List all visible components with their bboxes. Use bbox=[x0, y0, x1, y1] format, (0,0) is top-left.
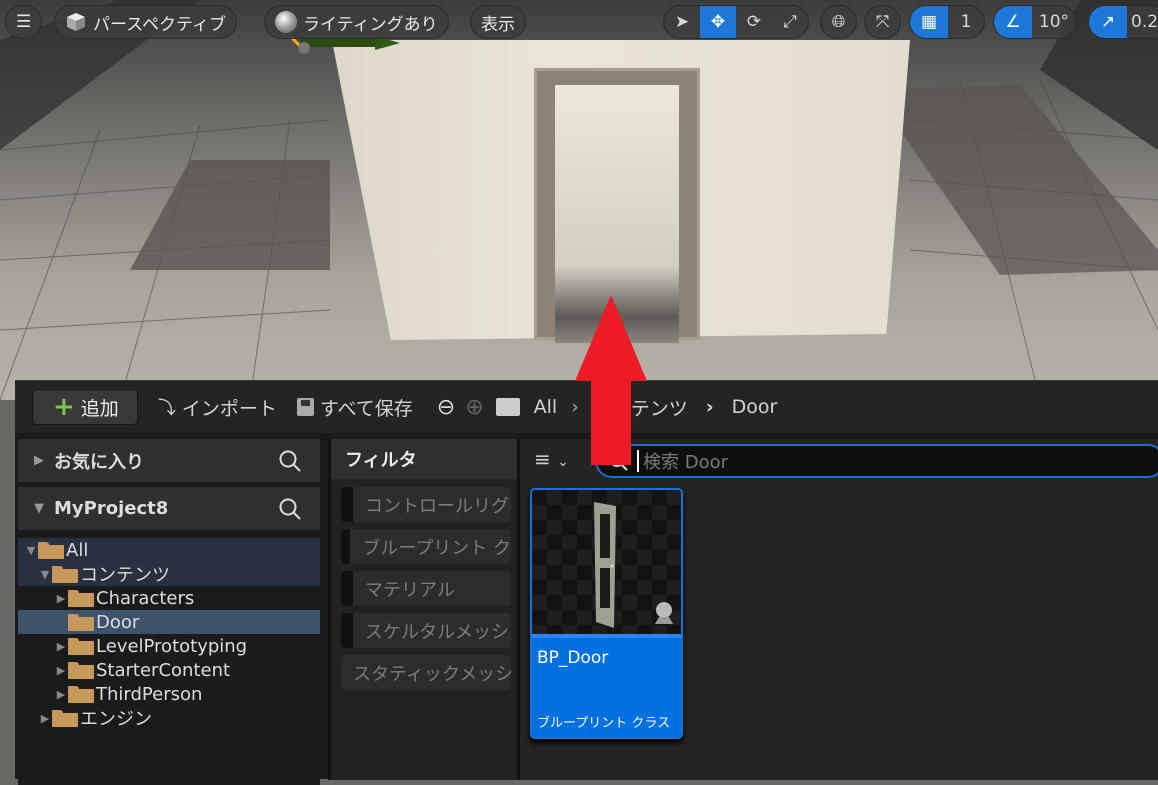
folder-icon bbox=[495, 398, 520, 416]
caret-right-icon: ▶ bbox=[56, 639, 66, 653]
filter-chip[interactable]: マテリアル bbox=[341, 571, 511, 606]
open-folder-icon bbox=[52, 565, 78, 583]
import-button[interactable]: ⤵ インポート bbox=[158, 394, 277, 421]
hamburger-icon: ☰ bbox=[15, 12, 32, 32]
transform-tools: ➤ ✥ ⟳ ⤢ bbox=[663, 5, 809, 39]
filter-chip[interactable]: スケルタルメッシ bbox=[341, 613, 511, 648]
tree-item-levelprototyping[interactable]: ▶ LevelPrototyping bbox=[18, 634, 320, 658]
caret-right-icon: ▶ bbox=[34, 453, 44, 468]
tree-item-all[interactable]: ▼ All bbox=[18, 538, 320, 562]
viewport-menu-button[interactable]: ☰ bbox=[5, 5, 42, 39]
import-icon: ⤵ bbox=[157, 398, 176, 419]
grid-snap-value[interactable]: 1 bbox=[948, 6, 984, 38]
select-tool[interactable]: ➤ bbox=[664, 6, 700, 38]
asset-tile[interactable]: BP_Door ブループリント クラス bbox=[530, 488, 683, 739]
scale-snap-toggle[interactable]: ↗ bbox=[1089, 6, 1127, 38]
tree-item-content[interactable]: ▼ コンテンツ bbox=[18, 562, 320, 586]
caret-right-icon: ▶ bbox=[56, 591, 66, 605]
caret-right-icon: ▶ bbox=[56, 687, 66, 701]
grid-snap-toggle[interactable]: ▦ bbox=[910, 6, 948, 38]
folder-icon bbox=[68, 613, 94, 631]
globe-icon: 🌐︎ bbox=[831, 12, 846, 32]
favorites-header[interactable]: ▶ お気に入り bbox=[18, 439, 320, 482]
open-folder-icon bbox=[38, 541, 64, 559]
show-button[interactable]: 表示 bbox=[470, 5, 526, 39]
caret-down-icon: ▼ bbox=[26, 543, 36, 557]
tree-item-characters[interactable]: ▶ Characters bbox=[18, 586, 320, 610]
asset-view: ≡ ⌄ 検索 Door BP_Door ブループリント クラス bbox=[520, 439, 1158, 780]
search-icon[interactable] bbox=[278, 497, 302, 526]
world-local-button[interactable]: 🌐︎ bbox=[820, 5, 857, 39]
rotation-snap-toggle[interactable]: ∠ bbox=[994, 6, 1032, 38]
forward-button[interactable]: ⊕ bbox=[465, 395, 483, 420]
caret-down-icon: ▼ bbox=[34, 501, 44, 516]
save-icon bbox=[296, 398, 314, 416]
filter-header: フィルタ bbox=[331, 439, 517, 479]
rotation-snap-value[interactable]: 10° bbox=[1032, 6, 1076, 38]
door-preview-icon bbox=[594, 502, 616, 628]
rotation-snap: ∠ 10° bbox=[993, 5, 1077, 39]
grid-icon: ▦ bbox=[920, 12, 938, 32]
cube-icon bbox=[67, 13, 85, 31]
caret-down-icon: ▼ bbox=[40, 567, 50, 581]
chevron-down-icon: ⌄ bbox=[557, 454, 569, 470]
move-icon: ✥ bbox=[710, 12, 726, 32]
scale-snap-value[interactable]: 0.2 bbox=[1127, 6, 1158, 38]
caret-right-icon: ▶ bbox=[40, 711, 50, 725]
breadcrumb-door[interactable]: Door bbox=[732, 396, 778, 418]
caret-right-icon: ▶ bbox=[56, 663, 66, 677]
translate-gizmo[interactable] bbox=[290, 36, 405, 60]
back-button[interactable]: ⊖ bbox=[437, 395, 455, 420]
tree-item-startercontent[interactable]: ▶ StarterContent bbox=[18, 658, 320, 682]
scale-arrow-icon: ↗ bbox=[1100, 12, 1116, 32]
tree-item-thirdperson[interactable]: ▶ ThirdPerson bbox=[18, 682, 320, 706]
filter-panel: フィルタ コントロールリグ ブループリント ク マテリアル スケルタルメッシ ス… bbox=[328, 439, 520, 780]
tree-item-door[interactable]: Door bbox=[18, 610, 320, 634]
asset-name: BP_Door bbox=[537, 648, 609, 668]
scale-icon: ⤢ bbox=[783, 12, 797, 32]
search-icon[interactable] bbox=[278, 449, 302, 478]
filter-chip[interactable]: スタティックメッシ bbox=[341, 655, 511, 690]
scale-snap: ↗ 0.2 bbox=[1088, 5, 1158, 39]
perspective-button[interactable]: パースペクティブ bbox=[54, 5, 237, 39]
annotation-arrow-icon bbox=[575, 295, 647, 465]
plus-icon: + bbox=[53, 392, 75, 422]
blueprint-sphere-icon bbox=[651, 600, 677, 630]
rotate-tool[interactable]: ⟳ bbox=[736, 6, 772, 38]
rotate-icon: ⟳ bbox=[746, 12, 762, 32]
axis-icon: ⤧ bbox=[875, 12, 890, 32]
sphere-icon bbox=[275, 11, 297, 33]
folder-icon bbox=[52, 709, 78, 727]
filter-chip[interactable]: コントロールリグ bbox=[341, 487, 511, 522]
asset-thumbnail bbox=[532, 490, 681, 638]
filter-icon: ≡ bbox=[534, 447, 551, 471]
save-all-button[interactable]: すべて保存 bbox=[296, 394, 413, 421]
tree-item-engine[interactable]: ▶ エンジン bbox=[18, 706, 320, 730]
translate-tool[interactable]: ✥ bbox=[700, 6, 736, 38]
scale-tool[interactable]: ⤢ bbox=[772, 6, 808, 38]
folder-icon bbox=[68, 685, 94, 703]
folder-icon bbox=[68, 661, 94, 679]
angle-icon: ∠ bbox=[1005, 12, 1021, 32]
search-input[interactable]: 検索 Door bbox=[595, 444, 1158, 478]
cursor-icon: ➤ bbox=[674, 12, 690, 32]
folder-icon bbox=[68, 589, 94, 607]
surface-snap-button[interactable]: ⤧ bbox=[864, 5, 901, 39]
add-button[interactable]: + 追加 bbox=[32, 389, 138, 425]
folder-icon bbox=[68, 637, 94, 655]
filter-dropdown-button[interactable]: ≡ ⌄ bbox=[534, 447, 569, 471]
sources-panel: ▶ お気に入り ▼ MyProject8 ▼ All ▼ コンテンツ ▶ Charac… bbox=[18, 439, 320, 785]
breadcrumb-all[interactable]: All bbox=[534, 396, 558, 418]
folder-tree: ▼ All ▼ コンテンツ ▶ Characters Door ▶ LevelProto… bbox=[18, 535, 320, 785]
project-header[interactable]: ▼ MyProject8 bbox=[18, 487, 320, 530]
lighting-mode-button[interactable]: ライティングあり bbox=[264, 5, 449, 39]
asset-type: ブループリント クラス bbox=[537, 716, 671, 731]
grid-snap: ▦ 1 bbox=[909, 5, 985, 39]
breadcrumb-separator-icon[interactable]: › bbox=[706, 396, 714, 418]
filter-chip[interactable]: ブループリント ク bbox=[341, 529, 511, 564]
